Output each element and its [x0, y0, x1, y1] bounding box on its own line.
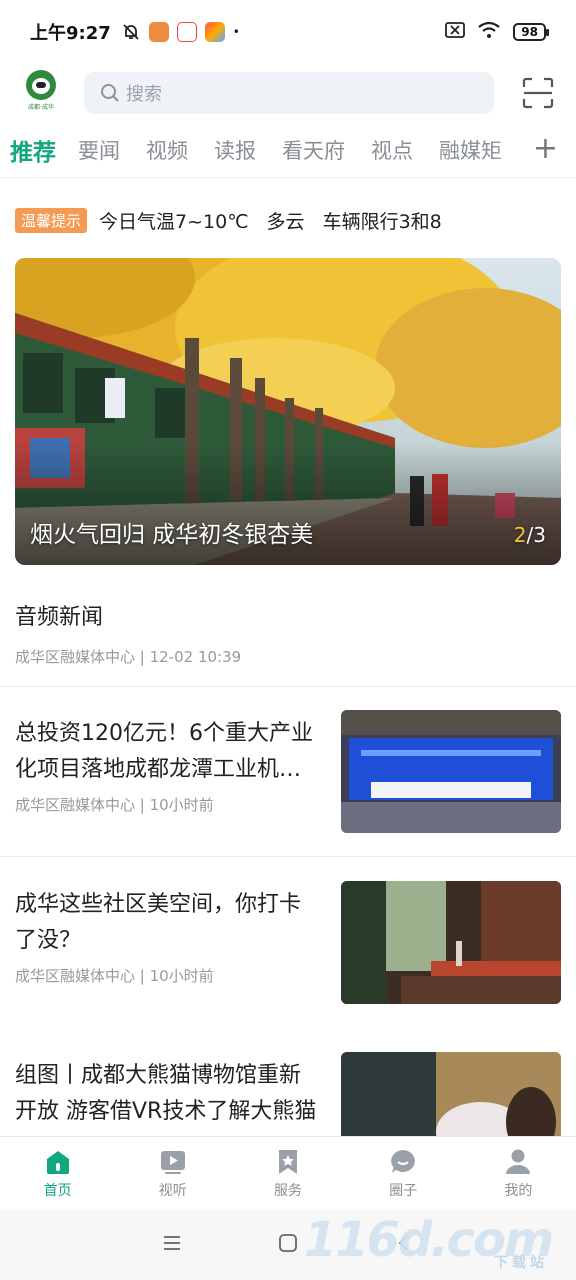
- home-button[interactable]: [278, 1233, 298, 1257]
- audio-news-meta: 成华区融媒体中心 | 12-02 10:39: [15, 648, 242, 666]
- tab-tianfu[interactable]: 看天府: [282, 135, 345, 165]
- list-item[interactable]: 总投资120亿元！6个重大产业化项目落地成都龙潭工业机器人产业功能区 成华区融媒…: [15, 710, 561, 834]
- play-icon: [160, 1150, 185, 1174]
- recent-apps-button[interactable]: [162, 1235, 182, 1255]
- news-title: 成华这些社区美空间，你打卡了没？: [15, 892, 302, 953]
- status-bar: 上午9:27 • 98: [0, 0, 576, 64]
- banner-current-page: 2: [513, 523, 527, 547]
- list-item[interactable]: 成华这些社区美空间，你打卡了没？ 成华区融媒体中心 | 10小时前: [15, 881, 561, 1005]
- notice-temperature: 今日气温7~10℃: [99, 210, 249, 233]
- banner-page-indicator: 2/3: [514, 523, 546, 547]
- community-space-photo: [341, 881, 561, 1004]
- logo-text: 成都·成华: [28, 104, 54, 111]
- nav-mine[interactable]: 我的: [461, 1137, 576, 1210]
- bottom-nav: 首页 视听 服务 圈子 我的: [0, 1136, 576, 1210]
- site-watermark: 116d.com 下载站: [304, 1212, 554, 1271]
- nav-mine-label: 我的: [504, 1182, 533, 1199]
- watermark-sub: 下载站: [494, 1255, 548, 1271]
- tab-headlines[interactable]: 要闻: [78, 135, 120, 165]
- add-tab-button[interactable]: +: [532, 134, 558, 164]
- signing-ceremony-photo: [341, 710, 561, 833]
- app-logo: 成都·成华: [22, 70, 60, 116]
- nav-service[interactable]: 服务: [230, 1137, 345, 1210]
- news-notification-icon: [176, 22, 197, 42]
- tab-recommend[interactable]: 推荐: [10, 133, 56, 167]
- news-thumbnail: [341, 710, 561, 833]
- category-tabs: 推荐 要闻 视频 读报 看天府 视点 融媒矩 +: [0, 122, 576, 178]
- app-screen: 上午9:27 • 98 成都·成华 搜索 推荐 要闻 视频 读报 看天府 视点 …: [0, 0, 576, 1280]
- tab-viewpoint[interactable]: 视点: [371, 135, 413, 165]
- status-time: 上午9:27: [30, 23, 111, 44]
- news-text: 总投资120亿元！6个重大产业化项目落地成都龙潭工业机器人产业功能区 成华区融媒…: [15, 716, 320, 815]
- weather-notice[interactable]: 温馨提示 今日气温7~10℃ 多云 车辆限行3和8: [15, 205, 460, 235]
- nav-home[interactable]: 首页: [0, 1137, 115, 1210]
- chat-bubble-icon: [391, 1149, 416, 1173]
- notice-weather: 多云: [266, 210, 305, 233]
- notice-traffic: 车辆限行3和8: [322, 210, 442, 233]
- nav-av[interactable]: 视听: [115, 1137, 230, 1210]
- banner-total-pages: /3: [526, 523, 546, 547]
- nav-av-label: 视听: [158, 1182, 187, 1199]
- divider: [0, 856, 576, 857]
- scan-icon: [522, 77, 554, 109]
- nav-circle[interactable]: 圈子: [346, 1137, 461, 1210]
- nav-circle-label: 圈子: [389, 1182, 418, 1199]
- divider: [0, 686, 576, 687]
- game-notification-icon: [204, 22, 225, 42]
- tabs-fade: [492, 122, 532, 177]
- menu-lines-icon: [164, 1236, 180, 1250]
- news-title: 组图丨成都大熊猫博物馆重新开放 游客借VR技术了解大熊猫: [15, 1063, 317, 1124]
- top-header: 成都·成华 搜索: [0, 64, 576, 122]
- battery-level: 98: [513, 23, 549, 41]
- user-icon: [506, 1149, 531, 1174]
- news-text: 成华这些社区美空间，你打卡了没？ 成华区融媒体中心 | 10小时前: [15, 887, 320, 986]
- notice-badge: 温馨提示: [15, 207, 88, 233]
- home-icon: [46, 1150, 69, 1174]
- scan-button[interactable]: [522, 77, 554, 109]
- news-meta: 成华区融媒体中心 | 10小时前: [15, 796, 214, 814]
- audio-news-title: 音频新闻: [15, 605, 104, 630]
- search-input[interactable]: 搜索: [84, 72, 494, 114]
- tab-read-paper[interactable]: 读报: [214, 135, 256, 165]
- bookmark-star-icon: [279, 1149, 297, 1174]
- square-icon: [279, 1234, 297, 1252]
- status-dot: •: [232, 25, 240, 39]
- search-placeholder: 搜索: [126, 84, 162, 105]
- mute-bell-icon: [121, 22, 141, 42]
- app-notification-icon: [148, 22, 169, 42]
- panda-logo-icon: [26, 70, 56, 100]
- news-text: 组图丨成都大熊猫博物馆重新开放 游客借VR技术了解大熊猫: [15, 1058, 320, 1130]
- news-meta: 成华区融媒体中心 | 10小时前: [15, 967, 214, 985]
- wifi-icon: [477, 21, 501, 44]
- nav-home-label: 首页: [43, 1182, 72, 1199]
- search-icon: [101, 84, 119, 102]
- no-sim-icon: [445, 21, 466, 43]
- audio-news-item[interactable]: 音频新闻 成华区融媒体中心 | 12-02 10:39: [15, 600, 561, 667]
- nav-service-label: 服务: [274, 1182, 302, 1199]
- news-thumbnail: [341, 881, 561, 1004]
- hero-banner[interactable]: 烟火气回归 成华初冬银杏美 2/3: [15, 258, 561, 565]
- status-right: 98: [445, 21, 549, 44]
- banner-caption: 烟火气回归 成华初冬银杏美: [30, 522, 314, 548]
- news-title: 总投资120亿元！6个重大产业化项目落地成都龙潭工业机器人产业功能区: [15, 721, 313, 782]
- tab-video[interactable]: 视频: [146, 135, 188, 165]
